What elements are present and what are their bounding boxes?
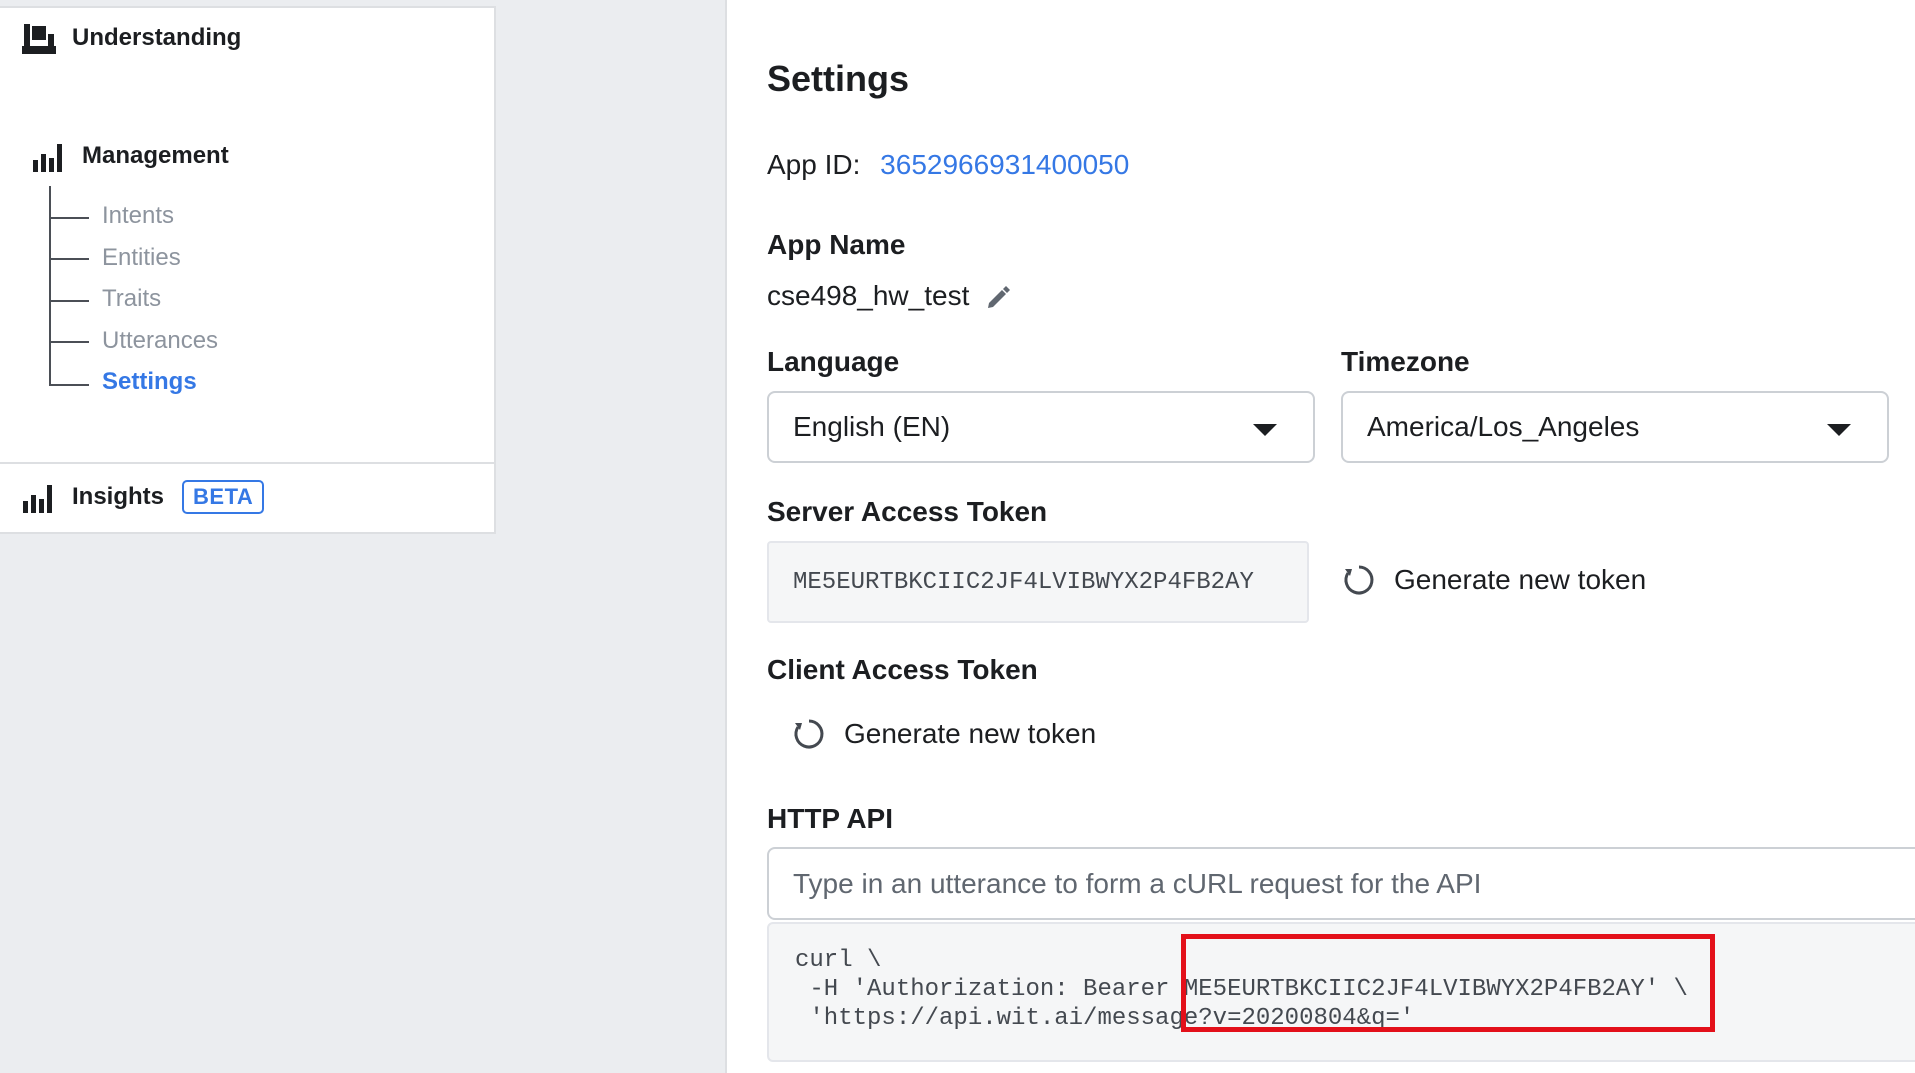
tree-branch xyxy=(49,300,89,302)
refresh-icon xyxy=(794,719,824,749)
curl-code-block: curl \ -H 'Authorization: Bearer ME5EURT… xyxy=(767,922,1915,1062)
language-label: Language xyxy=(767,346,900,377)
page-title: Settings xyxy=(767,58,910,99)
sidebar-item-entities[interactable]: Entities xyxy=(102,244,181,272)
management-section: Management xyxy=(0,68,496,464)
tree-vertical-line xyxy=(49,186,51,386)
content-divider xyxy=(725,0,727,1073)
server-token-value: ME5EURTBKCIIC2JF4LVIBWYX2P4FB2AY xyxy=(793,568,1254,596)
app-id-value[interactable]: 3652966931400050 xyxy=(880,149,1129,180)
bar-chart-icon xyxy=(32,140,68,172)
management-label: Management xyxy=(82,142,229,169)
client-token-label: Client Access Token xyxy=(767,654,1038,685)
generate-server-token-button[interactable]: Generate new token xyxy=(1342,563,1646,597)
sidebar-item-intents[interactable]: Intents xyxy=(102,202,174,230)
insights-section: Insights BETA xyxy=(0,462,496,534)
understanding-section: Understanding xyxy=(0,6,496,70)
app-name-row: cse498_hw_test xyxy=(767,280,1011,312)
sidebar-item-settings[interactable]: Settings xyxy=(102,368,197,396)
timezone-label: Timezone xyxy=(1341,346,1470,377)
app-id-label: App ID: xyxy=(767,149,861,180)
sidebar-item-traits[interactable]: Traits xyxy=(102,285,161,313)
app-name-label: App Name xyxy=(767,229,906,260)
curl-line: 'https://api.wit.ai/message?v=20200804&q… xyxy=(795,1005,1415,1032)
beta-badge: BETA xyxy=(182,480,265,514)
generate-client-token-button[interactable]: Generate new token xyxy=(792,717,1096,751)
management-nav[interactable]: Management xyxy=(32,140,229,172)
timezone-select[interactable]: America/Los_Angeles xyxy=(1341,391,1889,463)
chevron-down-icon xyxy=(1827,424,1851,436)
tree-branch xyxy=(49,217,89,219)
timezone-select-value: America/Los_Angeles xyxy=(1367,411,1640,442)
curl-line: curl \ xyxy=(795,947,882,974)
insights-chart-icon xyxy=(22,481,58,513)
sidebar-item-utterances[interactable]: Utterances xyxy=(102,327,218,355)
curl-line: -H 'Authorization: Bearer ME5EURTBKCIIC2… xyxy=(795,976,1688,1003)
server-token-field[interactable]: ME5EURTBKCIIC2JF4LVIBWYX2P4FB2AY xyxy=(767,541,1309,623)
language-select-value: English (EN) xyxy=(793,411,951,442)
understanding-icon xyxy=(22,22,58,54)
refresh-icon xyxy=(1344,565,1374,595)
app-id-row: App ID: 3652966931400050 xyxy=(767,149,1129,181)
app-name-value: cse498_hw_test xyxy=(767,280,970,311)
tree-branch xyxy=(49,384,89,386)
tree-branch xyxy=(49,258,89,260)
tree-branch xyxy=(49,341,89,343)
server-token-label: Server Access Token xyxy=(767,496,1048,527)
language-select[interactable]: English (EN) xyxy=(767,391,1315,463)
pencil-icon[interactable] xyxy=(985,283,1011,309)
http-api-label: HTTP API xyxy=(767,803,894,834)
understanding-label: Understanding xyxy=(72,24,242,51)
insights-label: Insights xyxy=(72,483,165,510)
http-api-input[interactable] xyxy=(767,847,1915,920)
understanding-nav[interactable]: Understanding xyxy=(22,22,241,54)
insights-nav[interactable]: Insights BETA xyxy=(22,480,265,514)
generate-server-token-label: Generate new token xyxy=(1394,564,1647,595)
chevron-down-icon xyxy=(1253,424,1277,436)
generate-client-token-label: Generate new token xyxy=(844,718,1097,749)
